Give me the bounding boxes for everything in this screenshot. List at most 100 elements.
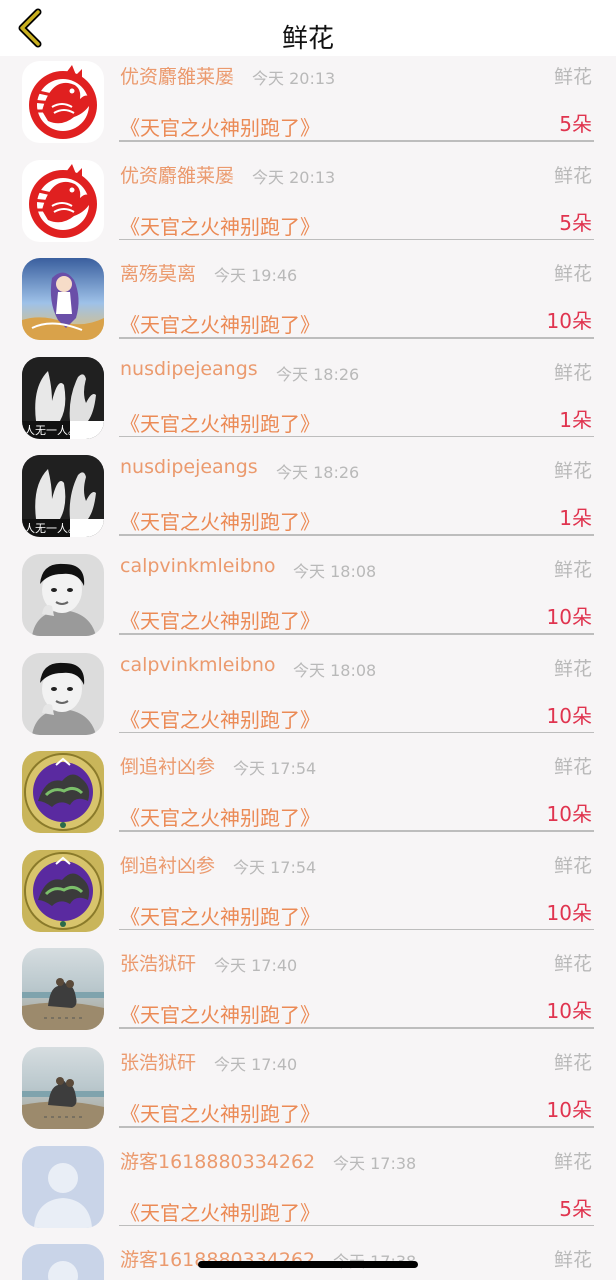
flower-count: 5朵 — [559, 1196, 592, 1221]
flower-count: 5朵 — [559, 210, 592, 235]
book-title-link[interactable]: 《天官之火神别跑了》 — [120, 211, 320, 240]
gift-record-row[interactable]: calpvinkmleibno 鲜花 今天 18:08 《天官之火神别跑了》 10朵 — [0, 648, 616, 747]
book-title-link[interactable]: 《天官之火神别跑了》 — [120, 999, 320, 1028]
gift-type-label: 鲜花 — [553, 1150, 592, 1173]
flower-count: 10朵 — [546, 1098, 592, 1122]
flower-count: 5朵 — [559, 112, 592, 136]
user-avatar[interactable] — [22, 751, 104, 834]
user-avatar[interactable] — [22, 948, 104, 1031]
svg-text:人无一人。: 人无一人。 — [24, 424, 79, 437]
book-title-link[interactable]: 《天官之火神别跑了》 — [120, 309, 320, 338]
book-title-link[interactable]: 《天官之火神别跑了》 — [120, 506, 320, 535]
row-divider — [119, 633, 594, 635]
book-title-link[interactable]: 《天官之火神别跑了》 — [120, 1098, 320, 1127]
user-avatar[interactable] — [22, 849, 104, 932]
gift-type-label: 鲜花 — [553, 854, 592, 877]
gift-type-label: 鲜花 — [553, 66, 592, 88]
gift-type-label: 鲜花 — [553, 756, 592, 779]
navigation-bar: 鲜花 — [0, 0, 616, 56]
book-title-link[interactable]: 《天官之火神别跑了》 — [120, 704, 320, 733]
gift-record-row[interactable]: 离殇莫离 鲜花 今天 19:46 《天官之火神别跑了》 10朵 — [0, 253, 616, 352]
flower-count: 10朵 — [546, 605, 592, 629]
gift-type-label: 鲜花 — [553, 953, 592, 976]
user-avatar[interactable] — [22, 652, 104, 735]
sender-name[interactable]: 游客1618880334262 — [120, 1147, 315, 1174]
gift-timestamp: 今天 18:08 — [293, 660, 377, 680]
row-divider — [119, 1126, 594, 1128]
sender-name[interactable]: 离殇莫离 — [120, 259, 196, 286]
gift-record-row[interactable]: calpvinkmleibno 鲜花 今天 18:08 《天官之火神别跑了》 10朵 — [0, 549, 616, 648]
user-avatar[interactable]: 人无一人。 — [22, 455, 104, 538]
gift-type-label: 鲜花 — [553, 361, 592, 384]
gift-timestamp: 今天 20:13 — [252, 69, 336, 88]
gift-record-row[interactable]: 张浩狱矸 鲜花 今天 17:40 《天官之火神别跑了》 10朵 — [0, 1042, 616, 1141]
sender-name[interactable]: 倒追衬凶参 — [120, 851, 215, 878]
user-avatar[interactable] — [22, 1145, 104, 1228]
row-divider — [119, 830, 594, 832]
gift-record-row[interactable]: 倒追衬凶参 鲜花 今天 17:54 《天官之火神别跑了》 10朵 — [0, 845, 616, 944]
gift-timestamp: 今天 17:54 — [233, 759, 317, 779]
gift-type-label: 鲜花 — [553, 1249, 592, 1272]
sender-name[interactable]: 优资麝雒莱屡 — [120, 161, 234, 188]
row-divider — [119, 928, 594, 931]
sender-name[interactable]: nusdipejeangs — [120, 358, 258, 380]
gift-record-row[interactable]: 游客1618880334262 鲜花 今天 17:38 《天官之火神别跑了》 5朵 — [0, 1141, 616, 1240]
row-divider — [119, 534, 594, 536]
gift-timestamp: 今天 18:26 — [276, 364, 360, 384]
row-divider — [119, 140, 594, 142]
gift-record-row[interactable]: 张浩狱矸 鲜花 今天 17:40 《天官之火神别跑了》 10朵 — [0, 943, 616, 1042]
gift-type-label: 鲜花 — [553, 263, 592, 286]
home-indicator — [198, 1261, 418, 1268]
sender-name[interactable]: calpvinkmleibno — [120, 654, 275, 676]
page-title: 鲜花 — [281, 24, 334, 54]
gift-record-row[interactable]: 人无一人。 nusdipejeangs 鲜花 今天 18:26 《天官之火神别跑了》 1朵 — [0, 450, 616, 549]
gift-record-row[interactable]: 优资麝雒莱屡 鲜花 今天 20:13 《天官之火神别跑了》 5朵 — [0, 155, 616, 254]
user-avatar[interactable] — [22, 1244, 104, 1280]
gift-type-label: 鲜花 — [553, 657, 592, 680]
book-title-link[interactable]: 《天官之火神别跑了》 — [120, 605, 320, 634]
flower-count: 10朵 — [546, 309, 592, 334]
gift-timestamp: 今天 17:40 — [214, 956, 298, 976]
svg-text:人无一人。: 人无一人。 — [24, 522, 79, 535]
gift-timestamp: 今天 17:54 — [233, 857, 317, 877]
gift-timestamp: 今天 17:40 — [214, 1055, 298, 1074]
book-title-link[interactable]: 《天官之火神别跑了》 — [120, 1197, 320, 1226]
gift-record-row[interactable]: 优资麝雒莱屡 鲜花 今天 20:13 《天官之火神别跑了》 5朵 — [0, 56, 616, 155]
user-avatar[interactable] — [22, 554, 104, 636]
sender-name[interactable]: 张浩狱矸 — [120, 949, 196, 976]
gift-timestamp: 今天 18:26 — [276, 463, 360, 483]
user-avatar[interactable] — [22, 159, 104, 242]
gift-record-row[interactable]: 人无一人。 nusdipejeangs 鲜花 今天 18:26 《天官之火神别跑了》 1朵 — [0, 352, 616, 451]
sender-name[interactable]: calpvinkmleibno — [120, 555, 275, 577]
sender-name[interactable]: 优资麝雒莱屡 — [120, 62, 234, 89]
gift-timestamp: 今天 18:08 — [293, 562, 377, 581]
gift-timestamp: 今天 19:46 — [214, 266, 298, 286]
gift-record-row[interactable]: 游客1618880334262鲜花今天 17:38 — [0, 1239, 616, 1280]
gift-type-label: 鲜花 — [553, 1052, 592, 1074]
flower-count: 10朵 — [546, 900, 592, 925]
gift-timestamp: 今天 17:38 — [333, 1153, 417, 1173]
sender-name[interactable]: 游客1618880334262 — [120, 1245, 315, 1272]
flower-count: 10朵 — [546, 802, 592, 827]
user-avatar[interactable] — [22, 61, 104, 143]
gift-list[interactable]: 优资麝雒莱屡 鲜花 今天 20:13 《天官之火神别跑了》 5朵 优资麝雒莱屡 鲜花 今天 2… — [0, 56, 616, 1280]
book-title-link[interactable]: 《天官之火神别跑了》 — [120, 408, 320, 437]
sender-name[interactable]: 张浩狱矸 — [120, 1048, 196, 1075]
flower-count: 1朵 — [559, 407, 592, 432]
sender-name[interactable]: 倒追衬凶参 — [120, 752, 215, 779]
flower-count: 10朵 — [546, 703, 592, 728]
book-title-link[interactable]: 《天官之火神别跑了》 — [120, 802, 320, 831]
book-title-link[interactable]: 《天官之火神别跑了》 — [120, 112, 320, 141]
row-divider — [119, 435, 594, 438]
book-title-link[interactable]: 《天官之火神别跑了》 — [120, 901, 320, 930]
gift-type-label: 鲜花 — [553, 164, 592, 187]
gift-type-label: 鲜花 — [553, 559, 592, 581]
gift-record-row[interactable]: 倒追衬凶参 鲜花 今天 17:54 《天官之火神别跑了》 10朵 — [0, 746, 616, 845]
row-divider — [119, 1027, 594, 1029]
user-avatar[interactable]: 人无一人。 — [22, 356, 104, 439]
sender-name[interactable]: nusdipejeangs — [120, 456, 258, 478]
user-avatar[interactable] — [22, 258, 104, 341]
user-avatar[interactable] — [22, 1047, 104, 1129]
gift-timestamp: 今天 20:13 — [252, 167, 336, 187]
gift-type-label: 鲜花 — [553, 460, 592, 483]
